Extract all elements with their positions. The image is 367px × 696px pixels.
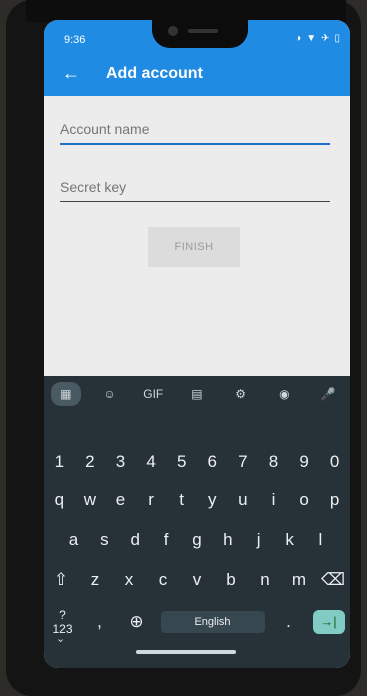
space-bar[interactable]: English [160, 611, 265, 633]
bottom-row: ?123 , ⊕ English . →| [44, 608, 350, 636]
key-c[interactable]: c [150, 570, 176, 590]
key-z[interactable]: z [82, 570, 108, 590]
letter-row-2: a s d f g h j k l [44, 530, 350, 550]
letter-row-1: q w e r t y u i o p [44, 490, 350, 510]
clipboard-icon[interactable]: ▤ [182, 382, 212, 406]
key-t[interactable]: t [169, 490, 195, 510]
home-indicator[interactable] [136, 650, 236, 654]
app-bar: 9:36 ◑ ▼ ✈ ▯ ← Add account [44, 20, 350, 96]
wifi-icon: ▼ [306, 33, 317, 44]
key-s[interactable]: s [91, 530, 117, 550]
key-5[interactable]: 5 [169, 452, 195, 472]
key-y[interactable]: y [199, 490, 225, 510]
shift-icon[interactable]: ⇧ [48, 570, 74, 590]
key-o[interactable]: o [291, 490, 317, 510]
key-2[interactable]: 2 [77, 452, 103, 472]
page-title: Add account [106, 65, 203, 82]
back-arrow-icon[interactable]: ← [62, 64, 80, 82]
key-6[interactable]: 6 [199, 452, 225, 472]
key-8[interactable]: 8 [260, 452, 286, 472]
chevron-down-icon[interactable]: ⌄ [56, 632, 65, 645]
key-g[interactable]: g [184, 530, 210, 550]
key-j[interactable]: j [246, 530, 272, 550]
key-l[interactable]: l [307, 530, 333, 550]
status-time: 9:36 [64, 34, 86, 46]
key-1[interactable]: 1 [46, 452, 72, 472]
secret-key-input[interactable] [60, 179, 330, 195]
account-name-underline [60, 143, 330, 145]
key-7[interactable]: 7 [230, 452, 256, 472]
camera-notch [152, 20, 248, 48]
key-d[interactable]: d [122, 530, 148, 550]
secret-key-field[interactable] [60, 179, 330, 202]
key-r[interactable]: r [138, 490, 164, 510]
key-u[interactable]: u [230, 490, 256, 510]
account-name-input[interactable] [60, 121, 330, 137]
key-e[interactable]: e [107, 490, 133, 510]
key-f[interactable]: f [153, 530, 179, 550]
secret-key-underline [60, 201, 330, 202]
finish-button[interactable]: FINISH [148, 227, 240, 267]
gif-button[interactable]: GIF [138, 382, 168, 406]
keyboard-toolbar: ▦ ☺ GIF ▤ ⚙ ◉ 🎤 [44, 376, 350, 412]
key-h[interactable]: h [215, 530, 241, 550]
period-key[interactable]: . [276, 612, 302, 632]
apps-grid-icon[interactable]: ▦ [50, 382, 81, 406]
key-w[interactable]: w [77, 490, 103, 510]
comma-key[interactable]: , [87, 612, 113, 632]
phone-frame: 9:36 ◑ ▼ ✈ ▯ ← Add account FINISH [6, 0, 361, 696]
key-p[interactable]: p [322, 490, 348, 510]
number-row: 1 2 3 4 5 6 7 8 9 0 [44, 452, 350, 472]
key-0[interactable]: 0 [322, 452, 348, 472]
globe-icon[interactable]: ⊕ [124, 612, 150, 632]
key-b[interactable]: b [218, 570, 244, 590]
account-name-field[interactable] [60, 121, 330, 145]
tab-arrow-icon[interactable]: →| [312, 610, 345, 634]
status-icons: ◑ ▼ ✈ ▯ [295, 33, 340, 44]
key-a[interactable]: a [60, 530, 86, 550]
sticker-icon[interactable]: ☺ [95, 382, 125, 406]
key-v[interactable]: v [184, 570, 210, 590]
key-3[interactable]: 3 [107, 452, 133, 472]
phone-bezel-top [26, 0, 346, 22]
palette-icon[interactable]: ◉ [269, 382, 299, 406]
camera-icon [168, 26, 178, 36]
screen: 9:36 ◑ ▼ ✈ ▯ ← Add account FINISH [44, 20, 350, 668]
key-n[interactable]: n [252, 570, 278, 590]
letter-row-3: ⇧ z x c v b n m ⌫ [44, 570, 350, 590]
key-q[interactable]: q [46, 490, 72, 510]
backspace-icon[interactable]: ⌫ [320, 570, 346, 590]
key-9[interactable]: 9 [291, 452, 317, 472]
vibrate-icon: ◑ [295, 33, 302, 44]
gear-icon[interactable]: ⚙ [226, 382, 256, 406]
speaker-grille [188, 29, 218, 33]
keyboard: ▦ ☺ GIF ▤ ⚙ ◉ 🎤 1 2 3 4 5 6 7 8 9 0 q w … [44, 376, 350, 668]
key-i[interactable]: i [260, 490, 286, 510]
key-x[interactable]: x [116, 570, 142, 590]
airplane-icon: ✈ [321, 33, 330, 44]
battery-icon: ▯ [334, 33, 340, 44]
key-k[interactable]: k [277, 530, 303, 550]
key-4[interactable]: 4 [138, 452, 164, 472]
key-m[interactable]: m [286, 570, 312, 590]
mic-icon[interactable]: 🎤 [313, 382, 343, 406]
